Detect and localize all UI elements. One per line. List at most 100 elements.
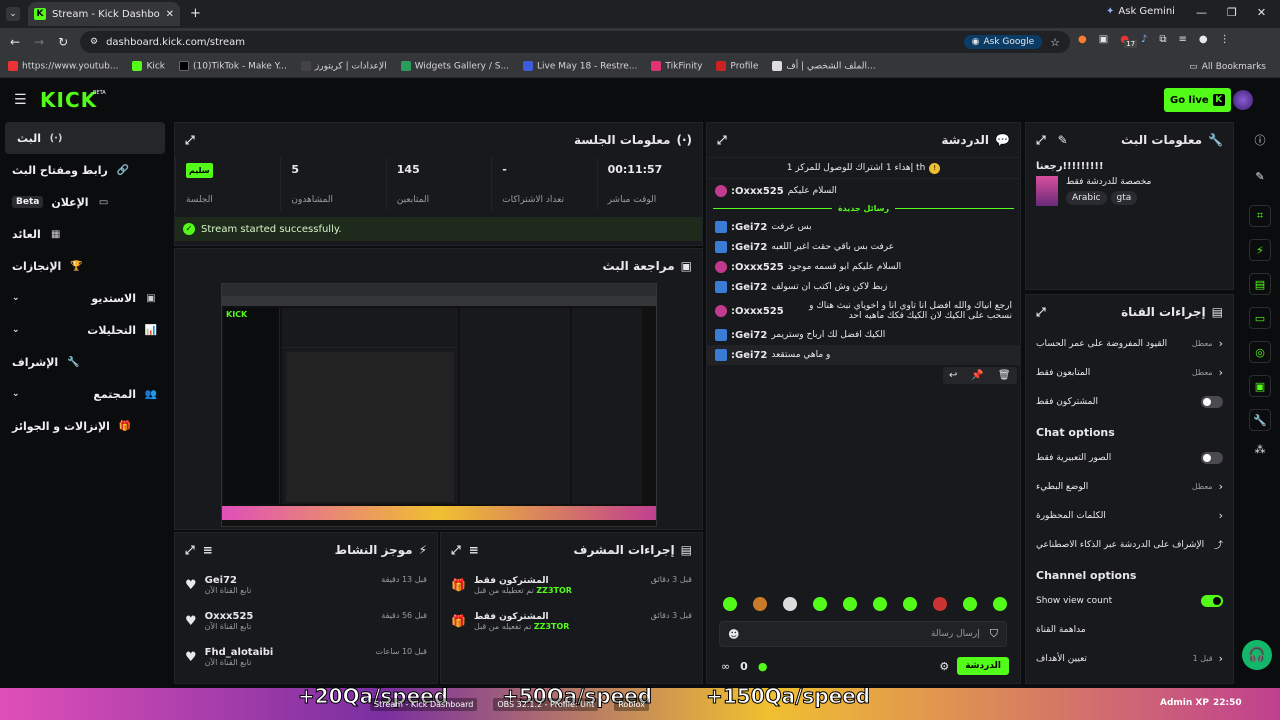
emote-icon[interactable] [753, 597, 767, 611]
toggle-switch[interactable] [1201, 451, 1223, 464]
sidebar-item-5[interactable]: ▣ الاستديو ⌄ [0, 282, 170, 314]
mod-action-user[interactable]: ZZ3TOR [534, 622, 570, 631]
chat-settings-gear-icon[interactable]: ⚙ [939, 660, 949, 673]
community-icon[interactable]: ⁂ [1240, 443, 1280, 456]
bookmark-widgets[interactable]: Widgets Gallery / S... [400, 61, 509, 72]
new-tab-icon[interactable]: + [190, 6, 201, 21]
option-row[interactable]: القيود المفروضة على عمر الحساب معطل › [1026, 329, 1233, 358]
expand-icon[interactable]: ⤢ [185, 543, 195, 558]
activity-username[interactable]: Gei72 [205, 575, 374, 586]
chat-message[interactable]: السلام عليكم ابو قسمه موجود Oxxx525: [707, 257, 1020, 277]
close-tab-icon[interactable]: ✕ [166, 9, 174, 20]
maximize-icon[interactable]: ❐ [1227, 6, 1237, 19]
expand-icon[interactable]: ⤢ [185, 133, 195, 148]
sidebar-item-2[interactable]: ▭ الإعلان Beta [0, 186, 170, 218]
ask-google-button[interactable]: ◉ Ask Google [963, 35, 1043, 49]
minimize-icon[interactable]: — [1196, 6, 1207, 19]
tag-chip[interactable]: Arabic [1066, 191, 1107, 205]
extension-orange-icon[interactable]: ● [1078, 34, 1087, 45]
option-row[interactable]: الكلمات المحظورة › [1026, 501, 1233, 530]
reload-icon[interactable]: ↻ [58, 35, 68, 49]
chat-username[interactable]: Gei72: [731, 222, 767, 233]
pin-icon[interactable]: 📌 [971, 370, 983, 381]
chat-username[interactable]: Gei72: [731, 330, 767, 341]
option-row[interactable]: المتابعون فقط معطل › [1026, 358, 1233, 387]
sidebar-item-6[interactable]: 📊 التحليلات ⌄ [0, 314, 170, 346]
expand-icon[interactable]: ⤢ [717, 133, 727, 148]
edit-pencil-icon[interactable]: ✎ [1058, 133, 1068, 147]
extension-audio-icon[interactable]: ♪ [1141, 34, 1147, 45]
ask-gemini-button[interactable]: ✦ Ask Gemini [1106, 6, 1175, 17]
go-live-button[interactable]: Go live K [1164, 88, 1231, 112]
sidebar-item-0[interactable]: (·) البث [5, 122, 165, 154]
chat-message[interactable]: الكيك افضل لك ارباح وستريمر Gei72: [707, 325, 1020, 345]
infinity-icon[interactable]: ∞ [721, 660, 730, 673]
stream-preview-video[interactable]: KICK [221, 283, 657, 527]
chat-username[interactable]: Gei72: [731, 242, 767, 253]
option-row[interactable]: الإشراف على الدردشة عبر الذكاء الاصطناعي… [1026, 530, 1233, 559]
sidebar-item-9[interactable]: 🎁 الإنزالات و الجوائز [0, 410, 170, 442]
emote-icon[interactable] [963, 597, 977, 611]
option-row[interactable]: Show view count [1026, 586, 1233, 615]
tab-kick-dashboard[interactable]: K Stream - Kick Dashboard ✕ [28, 2, 180, 26]
bookmark-profile[interactable]: Profile [716, 61, 758, 72]
sidebar-item-8[interactable]: 👥 المجتمع ⌄ [0, 378, 170, 410]
toggle-switch[interactable] [1201, 594, 1223, 607]
expand-icon[interactable]: ⤢ [1036, 133, 1046, 148]
kick-logo[interactable]: KICK [40, 88, 97, 112]
option-row[interactable]: مداهمة القناة [1026, 615, 1233, 644]
emote-icon[interactable] [813, 597, 827, 611]
activity-username[interactable]: Oxxx525 [205, 611, 374, 622]
filter-icon[interactable]: ≡ [203, 543, 213, 557]
scan-icon[interactable]: ⌗ [1249, 205, 1271, 227]
chat-send-button[interactable]: الدردشة [957, 657, 1009, 675]
delete-icon[interactable]: 🗑 [998, 370, 1011, 381]
extension-box-icon[interactable]: ▣ [1099, 34, 1108, 45]
emote-icon[interactable] [723, 597, 737, 611]
sidebar-item-7[interactable]: 🔧 الإشراف [0, 346, 170, 378]
extensions-puzzle-icon[interactable]: ⧉ [1159, 34, 1166, 45]
emote-icon[interactable] [783, 597, 797, 611]
site-info-icon[interactable]: ⚙ [90, 37, 98, 47]
chat-message[interactable]: زبط لاكن وش اكتب ان تسولف Gei72: [707, 277, 1020, 297]
window-close-icon[interactable]: ✕ [1257, 6, 1266, 19]
emote-icon[interactable] [843, 597, 857, 611]
forward-icon[interactable]: → [34, 35, 44, 49]
option-row[interactable]: الصور التعبيرية فقط [1026, 443, 1233, 472]
option-row[interactable]: الوضع البطيء معطل › [1026, 472, 1233, 501]
activity-username[interactable]: Fhd_alotaibi [205, 647, 368, 658]
sidebar-item-1[interactable]: 🔗 رابط ومفتاح البث [0, 154, 170, 186]
all-bookmarks[interactable]: ▭ All Bookmarks [1189, 62, 1266, 72]
toggle-switch[interactable] [1201, 395, 1223, 408]
emote-icon[interactable] [873, 597, 887, 611]
taskbar-app[interactable]: Stream - Kick Dashboard [370, 698, 478, 711]
bookmark-kick[interactable]: Kick [132, 61, 165, 72]
chat-rail-icon[interactable]: ▭ [1249, 307, 1271, 329]
edit-layout-icon[interactable]: ✎ [1240, 170, 1280, 183]
chat-message[interactable]: السلام عليكم Oxxx525: [707, 179, 1020, 200]
bookmark-star-icon[interactable]: ☆ [1050, 36, 1060, 49]
user-avatar[interactable] [1233, 90, 1253, 110]
bookmark-restream[interactable]: Live May 18 - Restre... [523, 61, 637, 72]
category-thumbnail[interactable] [1036, 176, 1058, 206]
emote-icon[interactable] [933, 597, 947, 611]
chat-message[interactable]: بس عرفت Gei72: [707, 217, 1020, 237]
expand-icon[interactable]: ⤢ [1036, 305, 1046, 320]
browser-menu-icon[interactable]: ⋮ [1220, 34, 1230, 45]
emoji-picker-icon[interactable]: ☻ [728, 628, 739, 641]
option-row[interactable]: المشتركون فقط [1026, 387, 1233, 416]
bookmark-creators[interactable]: الإعدادات | كريتورز [300, 61, 387, 72]
bolt-icon[interactable]: ⚡ [1249, 239, 1271, 261]
profile-avatar-icon[interactable]: ● [1199, 34, 1208, 45]
support-headset-icon[interactable]: 🎧 [1242, 640, 1272, 670]
address-bar[interactable]: ⚙ dashboard.kick.com/stream ◉ Ask Google … [80, 31, 1070, 53]
chat-message[interactable]: ارجع انياك والله افضل انا تاوي انا و اخو… [707, 297, 1020, 325]
pinned-goal[interactable]: إهداء 1 اشتراك للوصول للمركز 1 th ! [707, 157, 1020, 179]
broadcast-icon[interactable]: ◎ [1249, 341, 1271, 363]
chat-message[interactable]: عرفت بس باقي حقت اغير اللعبه Gei72: [707, 237, 1020, 257]
extension-record-icon[interactable]: ●17 [1120, 34, 1138, 48]
bookmark-tikfinity[interactable]: TikFinity [651, 61, 702, 72]
bookmark-youtube[interactable]: https://www.youtub... [8, 61, 118, 72]
chat-username[interactable]: Oxxx525: [731, 262, 784, 273]
list-icon[interactable]: ▤ [1249, 273, 1271, 295]
